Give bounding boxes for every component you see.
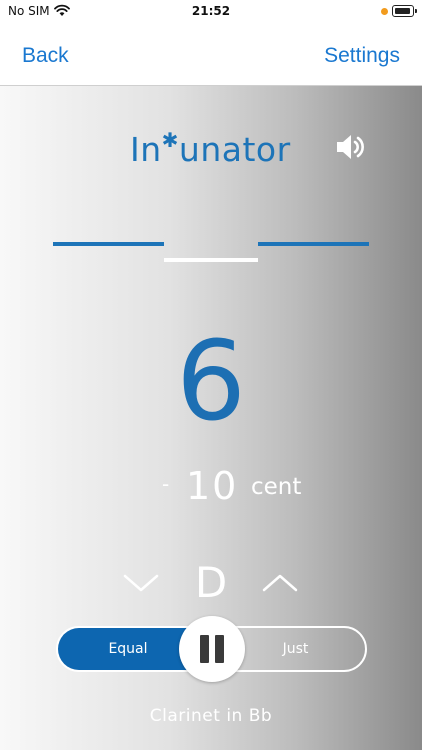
back-button[interactable]: Back <box>22 44 69 68</box>
battery-icon <box>392 5 417 17</box>
temperament-just-option[interactable]: Just <box>228 628 363 670</box>
cent-value: 10 <box>186 464 239 508</box>
pause-icon-bar <box>215 635 224 663</box>
meter-left-bar <box>53 242 164 246</box>
note-up-chevron-icon[interactable] <box>260 570 300 596</box>
tuner-panel: In✱unator 6 - 10 cent D Equal Just Clari… <box>0 86 422 750</box>
recording-indicator-icon <box>381 8 388 15</box>
target-note: D <box>194 558 228 607</box>
temperament-switch: Equal Just <box>56 616 367 682</box>
instrument-label[interactable]: Clarinet in Bb <box>0 706 422 726</box>
tuning-meter <box>0 86 422 286</box>
navigation-bar: Back Settings <box>0 24 422 86</box>
meter-center-bar <box>164 258 258 262</box>
note-down-chevron-icon[interactable] <box>121 570 161 596</box>
cent-deviation: - 10 cent <box>0 464 422 514</box>
status-time: 21:52 <box>191 4 231 18</box>
cent-sign: - <box>162 472 170 496</box>
settings-button[interactable]: Settings <box>324 44 400 68</box>
tuning-reading: 6 <box>176 317 246 445</box>
pause-button[interactable] <box>179 616 245 682</box>
meter-right-bar <box>258 242 369 246</box>
status-bar: No SIM 21:52 <box>0 0 422 24</box>
pause-icon <box>200 635 209 663</box>
cent-unit: cent <box>251 474 302 500</box>
temperament-equal-option[interactable]: Equal <box>58 628 198 670</box>
